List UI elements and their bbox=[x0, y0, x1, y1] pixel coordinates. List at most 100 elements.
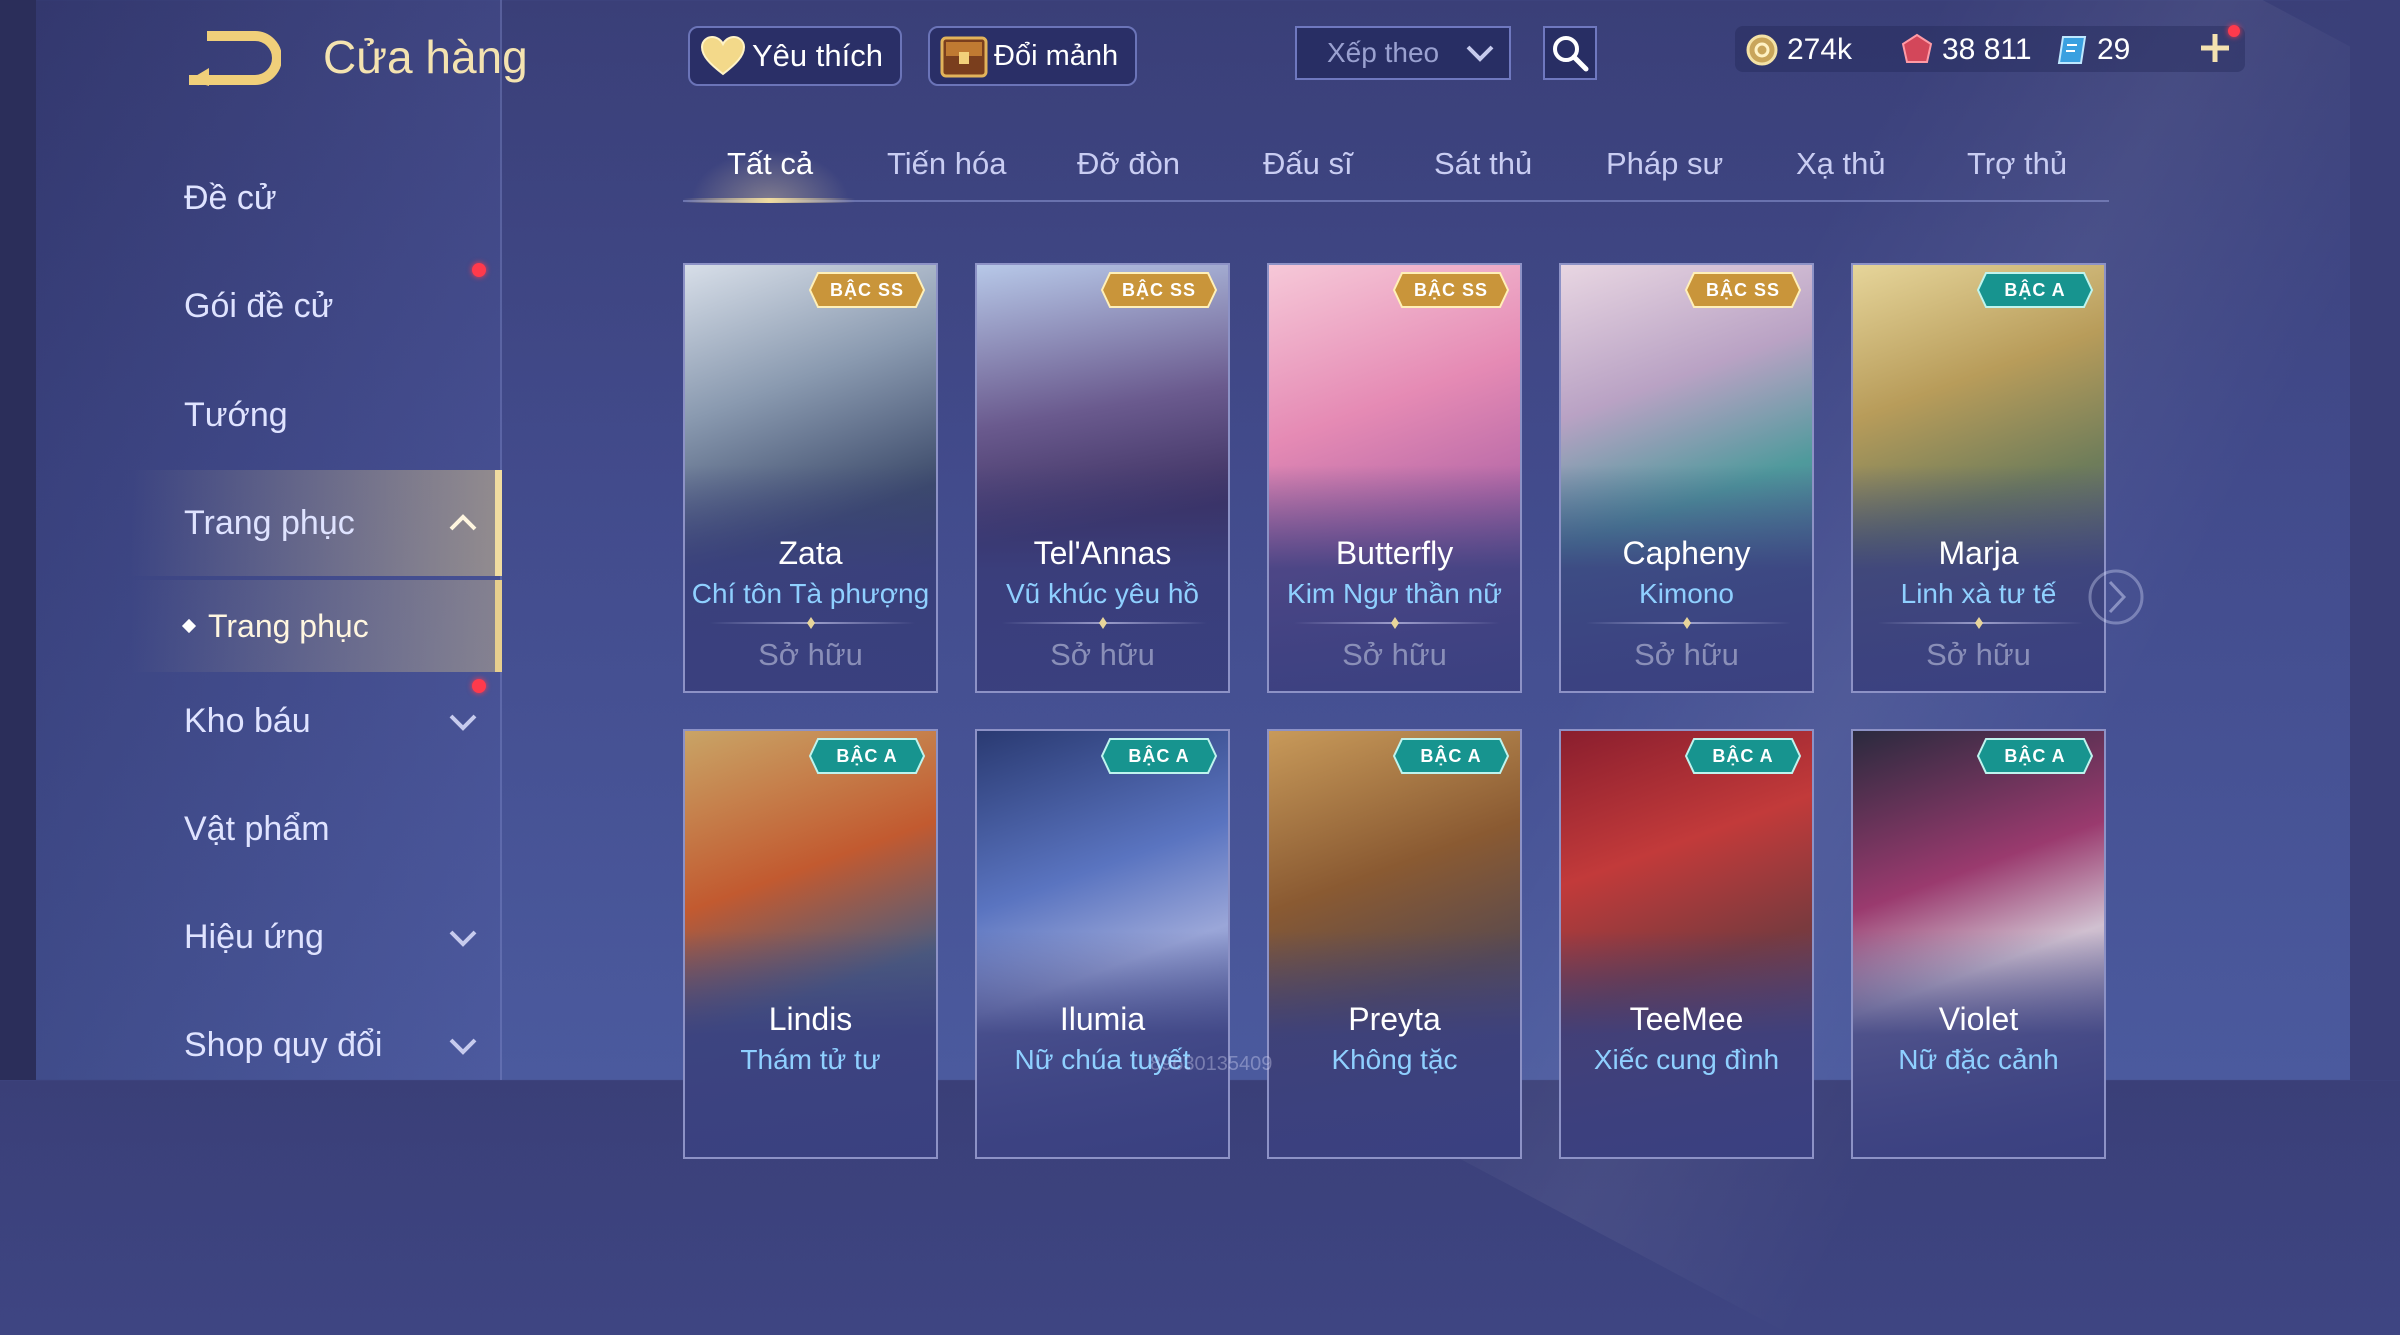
owned-status: Sở hữu bbox=[1926, 637, 2031, 672]
search-icon bbox=[1553, 36, 1589, 72]
treasure-chest-icon bbox=[940, 36, 988, 78]
tier-label: BẬC A bbox=[1420, 746, 1482, 766]
skin-card-lindis[interactable]: BẬC A Lindis Thám tử tư bbox=[683, 729, 938, 1159]
tab-active-underline bbox=[683, 198, 855, 203]
tier-label: BẬC SS bbox=[1413, 280, 1488, 300]
tier-label: BẬC SS bbox=[1705, 280, 1780, 300]
owned-status: Sở hữu bbox=[1634, 637, 1739, 672]
gold-currency: 274k bbox=[1745, 28, 1852, 72]
hero-name: TeeMee bbox=[1629, 1001, 1744, 1037]
sidebar-item-label: Vật phẩm bbox=[184, 809, 330, 848]
subnav-active-indicator bbox=[495, 580, 502, 672]
sidebar-item-label: Hiệu ứng bbox=[184, 917, 324, 956]
tab-do-don[interactable]: Đỡ đòn bbox=[1077, 146, 1180, 190]
owned-status: Sở hữu bbox=[1050, 637, 1155, 672]
subnav-item-label: Trang phục bbox=[208, 607, 369, 644]
gold-coin-icon bbox=[1746, 34, 1778, 66]
tier-badge: BẬC A bbox=[1976, 737, 2094, 775]
skin-card-teemee[interactable]: BẬC A TeeMee Xiếc cung đình bbox=[1559, 729, 1814, 1159]
heart-icon bbox=[700, 36, 746, 76]
skin-name: Không tặc bbox=[1331, 1044, 1458, 1075]
chevron-down-icon bbox=[1466, 45, 1494, 62]
tier-badge: BẬC A bbox=[1684, 737, 1802, 775]
sort-dropdown[interactable]: Xếp theo bbox=[1295, 26, 1511, 80]
voucher-currency: 29 bbox=[2055, 28, 2130, 72]
favorites-button[interactable]: Yêu thích bbox=[688, 26, 902, 86]
skin-card-zata[interactable]: BẬC SS Zata Chí tôn Tà phượng Sở hữu bbox=[683, 263, 938, 693]
back-arrow-icon[interactable] bbox=[185, 30, 282, 90]
skin-name: Vũ khúc yêu hồ bbox=[1005, 578, 1200, 609]
search-button[interactable] bbox=[1543, 26, 1597, 80]
chevron-down-icon bbox=[449, 1038, 477, 1055]
tab-xa-thu[interactable]: Xạ thủ bbox=[1796, 146, 1886, 190]
hero-name: Violet bbox=[1938, 1001, 2019, 1037]
skin-name: Thám tử tư bbox=[740, 1044, 881, 1075]
tier-label: BẬC A bbox=[1712, 746, 1774, 766]
sidebar-item-goi-de-cu[interactable]: Gói đề cử bbox=[184, 271, 484, 341]
tier-badge: BẬC A bbox=[1976, 271, 2094, 309]
sidebar-item-vat-pham[interactable]: Vật phẩm bbox=[184, 794, 484, 864]
tab-sat-thu[interactable]: Sát thủ bbox=[1434, 146, 1532, 190]
hero-name: Marja bbox=[1938, 535, 2019, 571]
notification-dot bbox=[472, 679, 486, 693]
nav-active-indicator bbox=[495, 470, 502, 576]
skin-card-violet[interactable]: BẬC A Violet Nữ đặc cảnh bbox=[1851, 729, 2106, 1159]
sidebar-item-label: Gói đề cử bbox=[184, 286, 334, 325]
sidebar-item-de-cu[interactable]: Đề cử bbox=[184, 163, 484, 233]
skin-name: Kim Ngư thần nữ bbox=[1287, 578, 1502, 609]
sidebar-item-label: Kho báu bbox=[184, 701, 311, 740]
tab-tro-thu[interactable]: Trợ thủ bbox=[1967, 146, 2067, 190]
sidebar-item-hieu-ung[interactable]: Hiệu ứng bbox=[184, 902, 484, 972]
next-page-arrow[interactable] bbox=[2088, 562, 2144, 632]
tier-badge: BẬC SS bbox=[1684, 271, 1802, 309]
red-gem-icon bbox=[1901, 33, 1933, 63]
hero-name: Zata bbox=[778, 535, 843, 571]
gem-amount: 38 811 bbox=[1942, 33, 2032, 66]
chevron-down-icon bbox=[449, 714, 477, 731]
skin-name: Xiếc cung đình bbox=[1593, 1044, 1780, 1075]
skin-card-telannas[interactable]: BẬC SS Tel'Annas Vũ khúc yêu hồ Sở hữu bbox=[975, 263, 1230, 693]
sidebar-item-label: Shop quy đổi bbox=[184, 1025, 383, 1064]
hero-name: Butterfly bbox=[1335, 535, 1454, 571]
tabs-baseline bbox=[683, 200, 2109, 202]
chevron-down-icon bbox=[449, 930, 477, 947]
sort-placeholder: Xếp theo bbox=[1327, 37, 1440, 68]
sidebar-item-shop-quy-doi[interactable]: Shop quy đổi bbox=[184, 1010, 484, 1080]
skin-card-butterfly[interactable]: BẬC SS Butterfly Kim Ngư thần nữ Sở hữu bbox=[1267, 263, 1522, 693]
sidebar-item-tuong[interactable]: Tướng bbox=[184, 380, 484, 450]
skin-card-capheny[interactable]: BẬC SS Capheny Kimono Sở hữu bbox=[1559, 263, 1814, 693]
tier-label: BẬC A bbox=[1128, 746, 1190, 766]
tab-tat-ca[interactable]: Tất cả bbox=[727, 146, 813, 190]
hero-name: Preyta bbox=[1348, 1001, 1441, 1037]
tier-label: BẬC A bbox=[836, 746, 898, 766]
hero-name: Ilumia bbox=[1059, 1001, 1146, 1037]
skin-name: Linh xà tư tế bbox=[1900, 578, 2057, 609]
tier-badge: BẬC A bbox=[1392, 737, 1510, 775]
skin-card-ilumia[interactable]: BẬC A Ilumia Nữ chúa tuyết bbox=[975, 729, 1230, 1159]
sidebar-item-label: Trang phục bbox=[184, 503, 355, 542]
voucher-amount: 29 bbox=[2097, 33, 2131, 66]
tier-badge: BẬC A bbox=[1100, 737, 1218, 775]
sidebar-item-label: Đề cử bbox=[184, 178, 277, 217]
tier-label: BẬC SS bbox=[1121, 280, 1196, 300]
favorites-label: Yêu thích bbox=[752, 38, 883, 73]
sidebar-item-kho-bau[interactable]: Kho báu bbox=[184, 686, 484, 756]
sidebar-item-label: Tướng bbox=[184, 395, 288, 434]
tier-label: BẬC A bbox=[2004, 746, 2066, 766]
chevron-right-icon bbox=[2088, 569, 2144, 625]
subnav-item-trang-phuc[interactable]: Trang phục bbox=[181, 600, 369, 652]
notification-dot bbox=[472, 263, 486, 277]
owned-status: Sở hữu bbox=[1342, 637, 1447, 672]
exchange-fragments-label: Đổi mảnh bbox=[994, 39, 1119, 72]
tab-tien-hoa[interactable]: Tiến hóa bbox=[887, 146, 1007, 190]
tab-phap-su[interactable]: Pháp sư bbox=[1606, 146, 1723, 190]
skin-card-marja[interactable]: BẬC A Marja Linh xà tư tế Sở hữu bbox=[1851, 263, 2106, 693]
gem-currency: 38 811 bbox=[1900, 28, 2032, 72]
skin-card-preyta[interactable]: BẬC A Preyta Không tặc bbox=[1267, 729, 1522, 1159]
tier-badge: BẬC SS bbox=[1392, 271, 1510, 309]
tier-label: BẬC A bbox=[2004, 280, 2066, 300]
exchange-fragments-button[interactable]: Đổi mảnh bbox=[928, 26, 1137, 86]
sidebar-item-trang-phuc[interactable]: Trang phục bbox=[184, 488, 484, 558]
tab-dau-si[interactable]: Đấu sĩ bbox=[1263, 146, 1353, 190]
diamond-bullet-icon bbox=[181, 618, 197, 634]
